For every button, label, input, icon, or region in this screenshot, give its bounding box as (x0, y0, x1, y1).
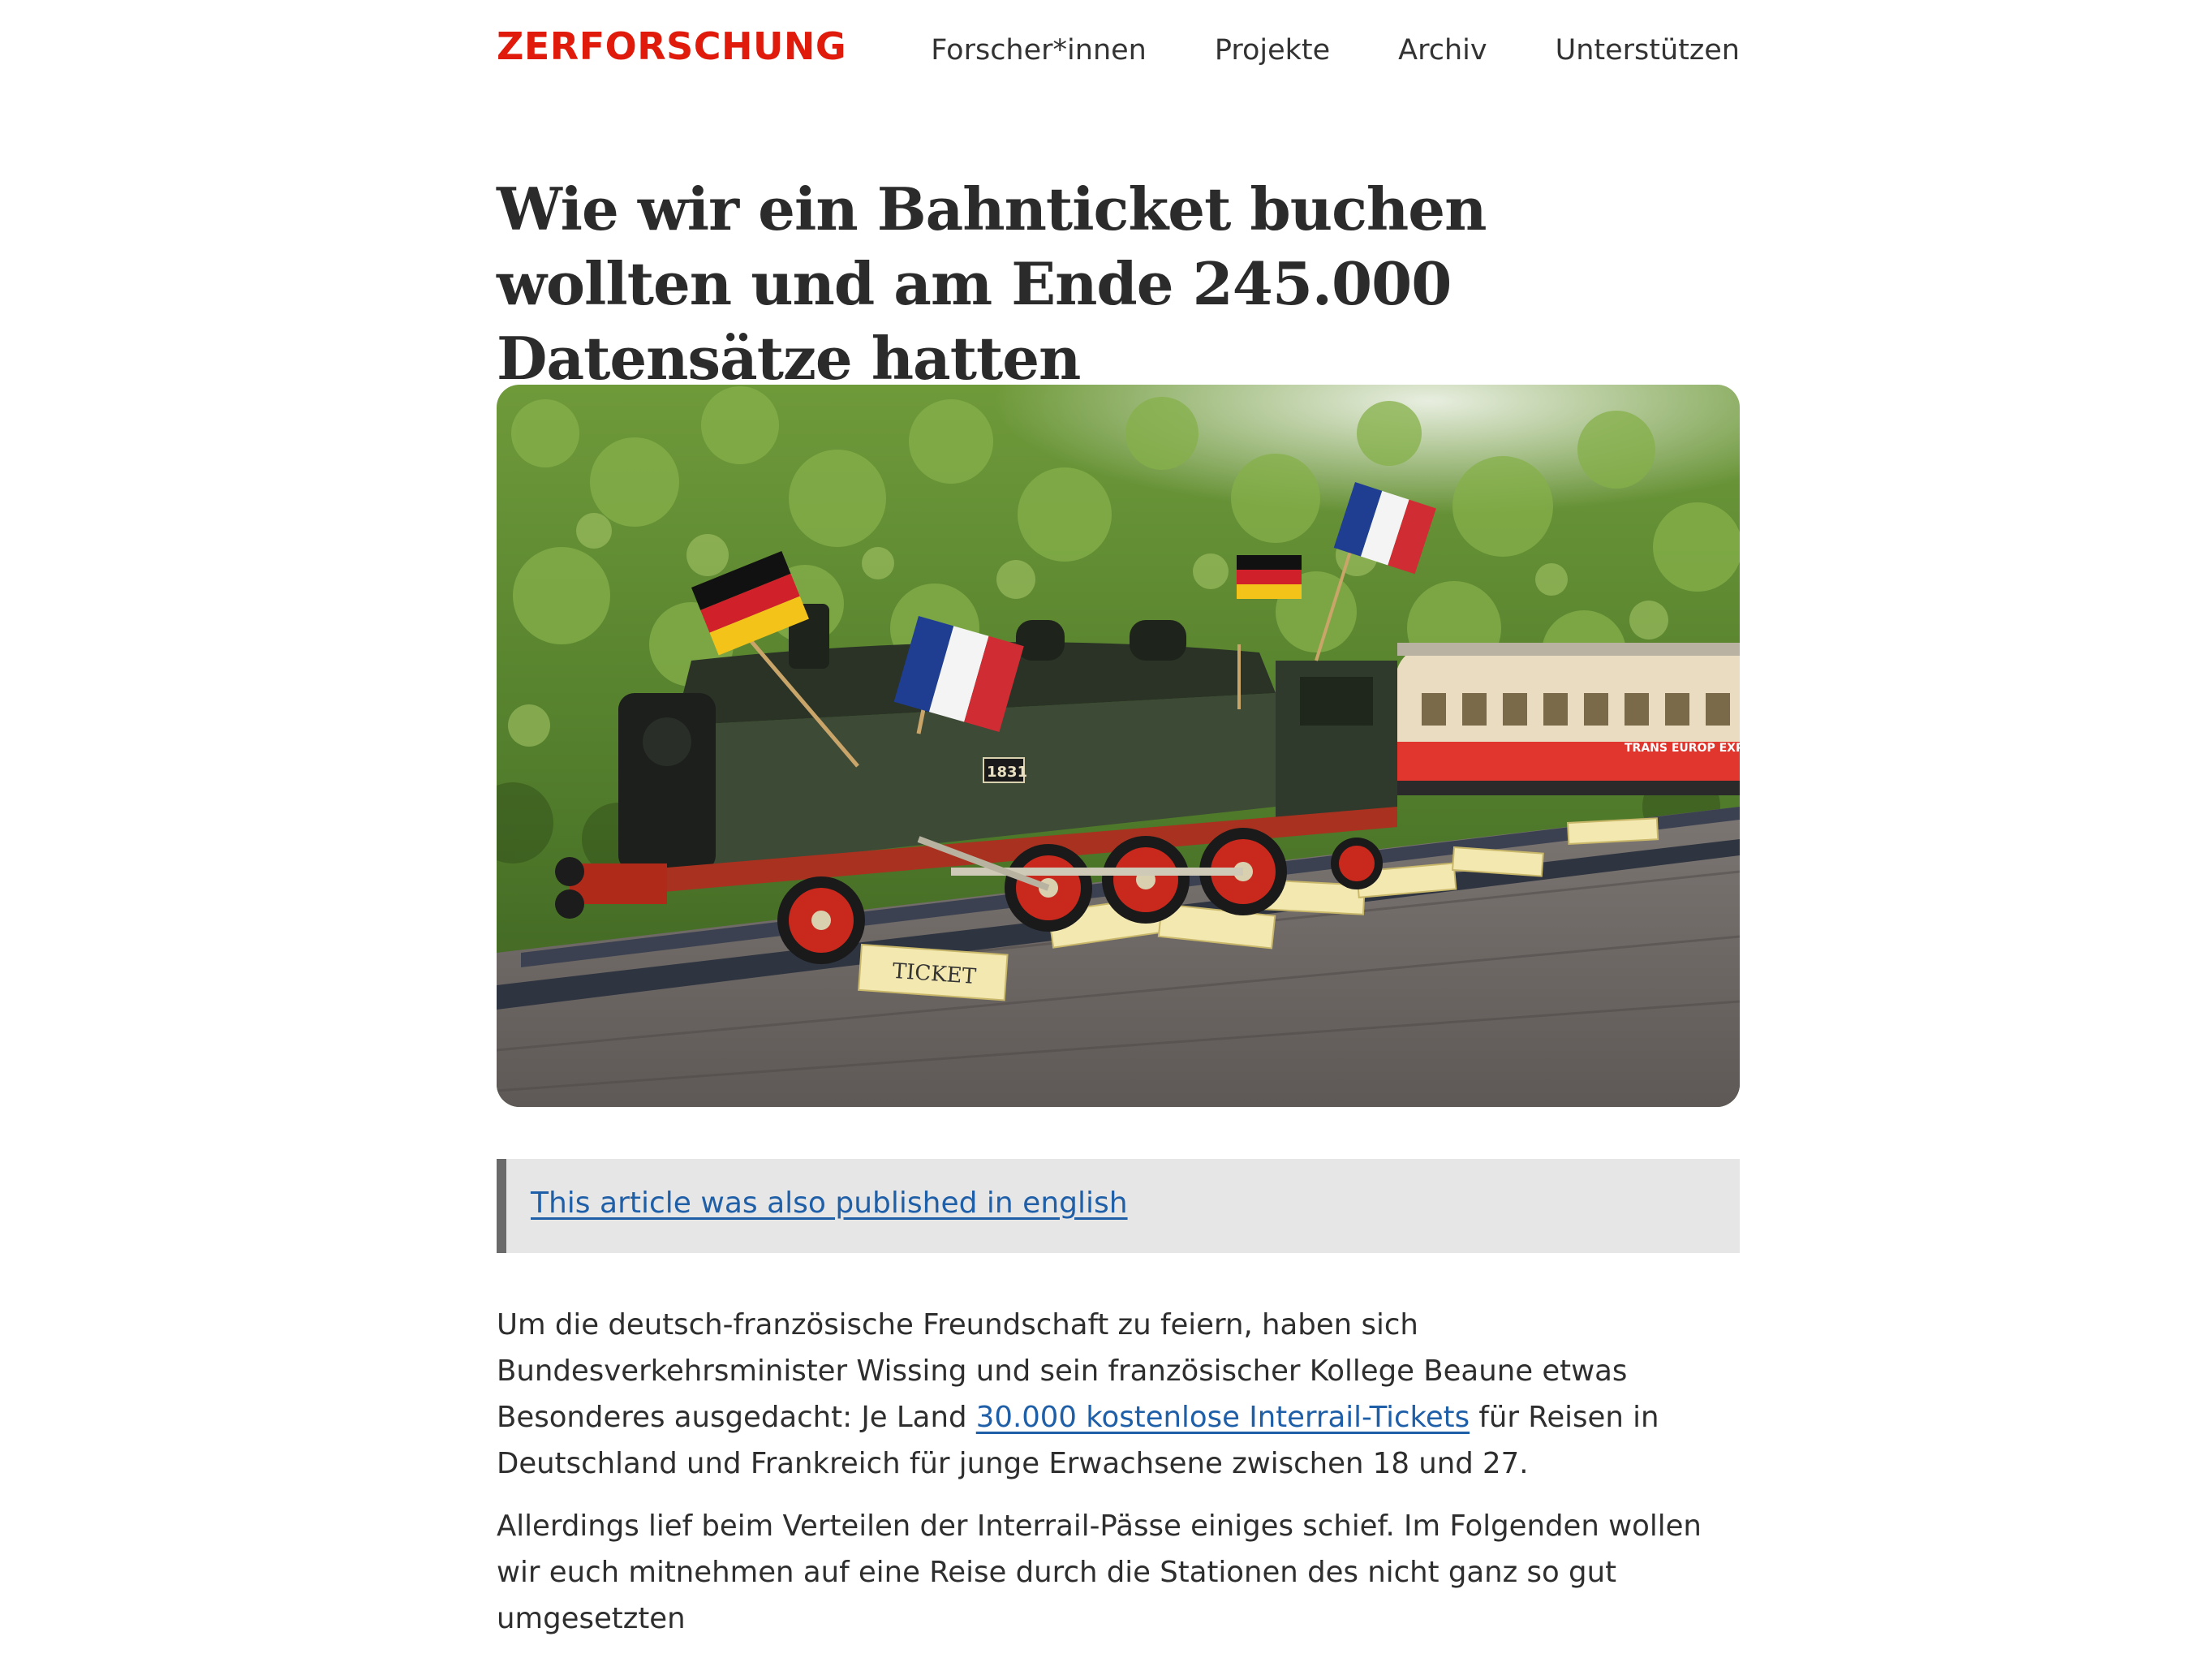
locomotive-number: 1831 (987, 764, 1027, 781)
nav-item-projekte[interactable]: Projekte (1215, 34, 1330, 67)
hero-image: TICKET TRANS EUROP EXP 1831 (497, 385, 1740, 1107)
paragraph-2: Allerdings lief beim Verteilen der Inter… (497, 1509, 1702, 1635)
main-nav: Forscher*innen Projekte Archiv Unterstüt… (931, 34, 1740, 67)
nav-item-archiv[interactable]: Archiv (1398, 34, 1487, 67)
nav-item-forscherinnen[interactable]: Forscher*innen (931, 34, 1147, 67)
english-version-link[interactable]: This article was also published in engli… (531, 1186, 1128, 1220)
page-container: ZERFORSCHUNG Forscher*innen Projekte Arc… (497, 0, 1740, 1635)
passenger-coach: TRANS EUROP EXP (1397, 643, 1740, 795)
interrail-tickets-link[interactable]: 30.000 kostenlose Interrail-Tickets (976, 1401, 1470, 1434)
article-title: Wie wir ein Bahnticket buchen wollten un… (497, 174, 1487, 393)
article-body: Um die deutsch-französische Freundschaft… (497, 1302, 1746, 1658)
site-logo[interactable]: ZERFORSCHUNG (497, 24, 846, 68)
coach-label: TRANS EUROP EXP (1625, 742, 1740, 755)
paragraph-1: Um die deutsch-französische Freundschaft… (497, 1302, 1746, 1487)
site-header: ZERFORSCHUNG Forscher*innen Projekte Arc… (497, 0, 1740, 106)
hero-illustration: TICKET TRANS EUROP EXP 1831 (497, 385, 1740, 1107)
translation-callout: This article was also published in engli… (497, 1159, 1740, 1253)
nav-item-unterstuetzen[interactable]: Unterstützen (1556, 34, 1740, 67)
